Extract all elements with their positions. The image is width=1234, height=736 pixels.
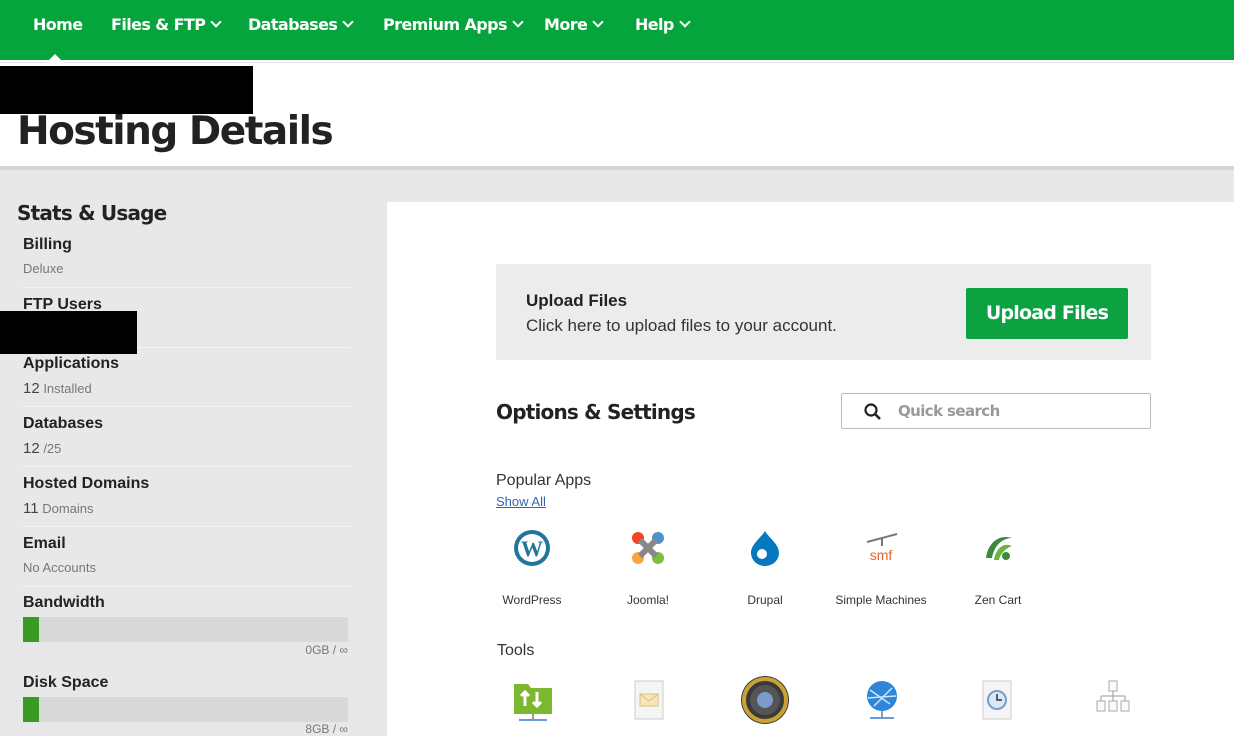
nav-premium-apps[interactable]: Premium Apps [383, 15, 524, 34]
bandwidth-bar [23, 617, 348, 642]
email-document-icon[interactable] [627, 678, 671, 722]
stat-label: Bandwidth [23, 594, 105, 611]
show-all-link[interactable]: Show All [496, 494, 546, 509]
app-drupal[interactable]: Drupal [705, 524, 825, 607]
sidebar-title: Stats & Usage [17, 201, 167, 225]
stat-email[interactable]: Email No Accounts [23, 535, 351, 587]
security-vault-icon[interactable] [739, 674, 791, 726]
nav-label: Files & FTP [111, 15, 206, 34]
stat-label: Databases [23, 415, 104, 432]
stat-billing: Billing Deluxe [23, 236, 351, 288]
bandwidth-usage: 0GB / ∞ [305, 643, 348, 657]
nav-label: Home [33, 15, 83, 34]
app-wordpress[interactable]: W WordPress [472, 524, 592, 607]
app-zen-cart[interactable]: Zen Cart [938, 524, 1058, 607]
simple-machines-icon: smf [866, 533, 898, 563]
upload-description: Click here to upload files to your accou… [526, 316, 837, 335]
stat-applications[interactable]: Applications 12 Installed [23, 355, 351, 407]
top-nav: Home Files & FTP Databases Premium Apps … [0, 0, 1234, 63]
chevron-down-icon [679, 16, 691, 28]
app-simple-machines[interactable]: smf Simple Machines [821, 524, 941, 607]
chevron-down-icon [342, 16, 354, 28]
stat-label: Disk Space [23, 674, 109, 691]
stat-value: No Accounts [23, 560, 96, 575]
stat-label: Billing [23, 236, 72, 253]
nav-files-ftp[interactable]: Files & FTP [111, 15, 223, 34]
nav-more[interactable]: More [544, 15, 604, 34]
stat-label: Email [23, 535, 66, 552]
upload-heading: Upload Files [526, 291, 628, 310]
app-name: WordPress [502, 593, 562, 607]
stats-sidebar: Stats & Usage Billing Deluxe FTP Users Ap… [0, 174, 386, 736]
disk-fill [23, 697, 40, 722]
stat-count: 12 [23, 440, 40, 457]
nav-label: More [544, 15, 588, 34]
ftp-folder-icon[interactable] [511, 678, 555, 722]
stat-label: Hosted Domains [23, 475, 150, 492]
app-name: Joomla! [626, 593, 670, 607]
nav-label: Premium Apps [383, 15, 507, 34]
stat-unit: Domains [42, 501, 94, 516]
popular-apps-title: Popular Apps [496, 472, 592, 489]
nav-home[interactable]: Home [33, 15, 83, 34]
app-name: Simple Machines [835, 593, 927, 607]
joomla-icon [632, 532, 664, 564]
sitemap-icon[interactable] [1091, 678, 1135, 722]
globe-network-icon[interactable] [860, 678, 904, 722]
app-name: Drupal [747, 593, 783, 607]
drupal-icon [751, 531, 779, 566]
page-header: Hosting Details [0, 63, 1234, 170]
stat-count: 11 [23, 500, 39, 517]
chevron-down-icon [512, 16, 524, 28]
upload-files-button[interactable]: Upload Files [966, 288, 1128, 339]
stat-value: Deluxe [23, 261, 64, 276]
redacted-block [0, 311, 137, 354]
wordpress-icon: W [514, 530, 550, 566]
quick-search[interactable] [841, 393, 1151, 429]
disk-usage: 8GB / ∞ [305, 722, 348, 736]
app-joomla[interactable]: Joomla! [588, 524, 708, 607]
upload-card[interactable]: Upload Files Click here to upload files … [496, 264, 1151, 360]
stat-hosted-domains[interactable]: Hosted Domains 11 Domains [23, 475, 351, 527]
svg-text:smf: smf [870, 547, 893, 563]
nav-label: Help [635, 15, 674, 34]
chevron-down-icon [210, 16, 223, 28]
nav-help[interactable]: Help [635, 15, 691, 34]
stat-unit: /25 [43, 441, 62, 456]
active-indicator [46, 54, 64, 63]
main-panel: Upload Files Click here to upload files … [387, 202, 1234, 736]
search-input[interactable] [898, 394, 1138, 428]
disk-bar [23, 697, 348, 722]
chevron-down-icon [592, 16, 604, 28]
page-title: Hosting Details [17, 109, 334, 154]
nav-databases[interactable]: Databases [248, 15, 354, 34]
stat-databases[interactable]: Databases 12 /25 [23, 415, 351, 467]
nav-label: Databases [248, 15, 338, 34]
stat-count: 12 [23, 380, 40, 397]
bandwidth-fill [23, 617, 40, 642]
search-icon [864, 403, 881, 420]
redacted-block [0, 66, 253, 114]
cron-clock-icon[interactable] [975, 678, 1019, 722]
stat-unit: Installed [43, 381, 92, 396]
svg-text:W: W [521, 536, 543, 561]
options-title: Options & Settings [496, 400, 696, 424]
zen-cart-icon [986, 536, 1012, 560]
app-name: Zen Cart [974, 593, 1022, 607]
stat-label: Applications [23, 355, 120, 372]
tools-title: Tools [497, 642, 535, 659]
